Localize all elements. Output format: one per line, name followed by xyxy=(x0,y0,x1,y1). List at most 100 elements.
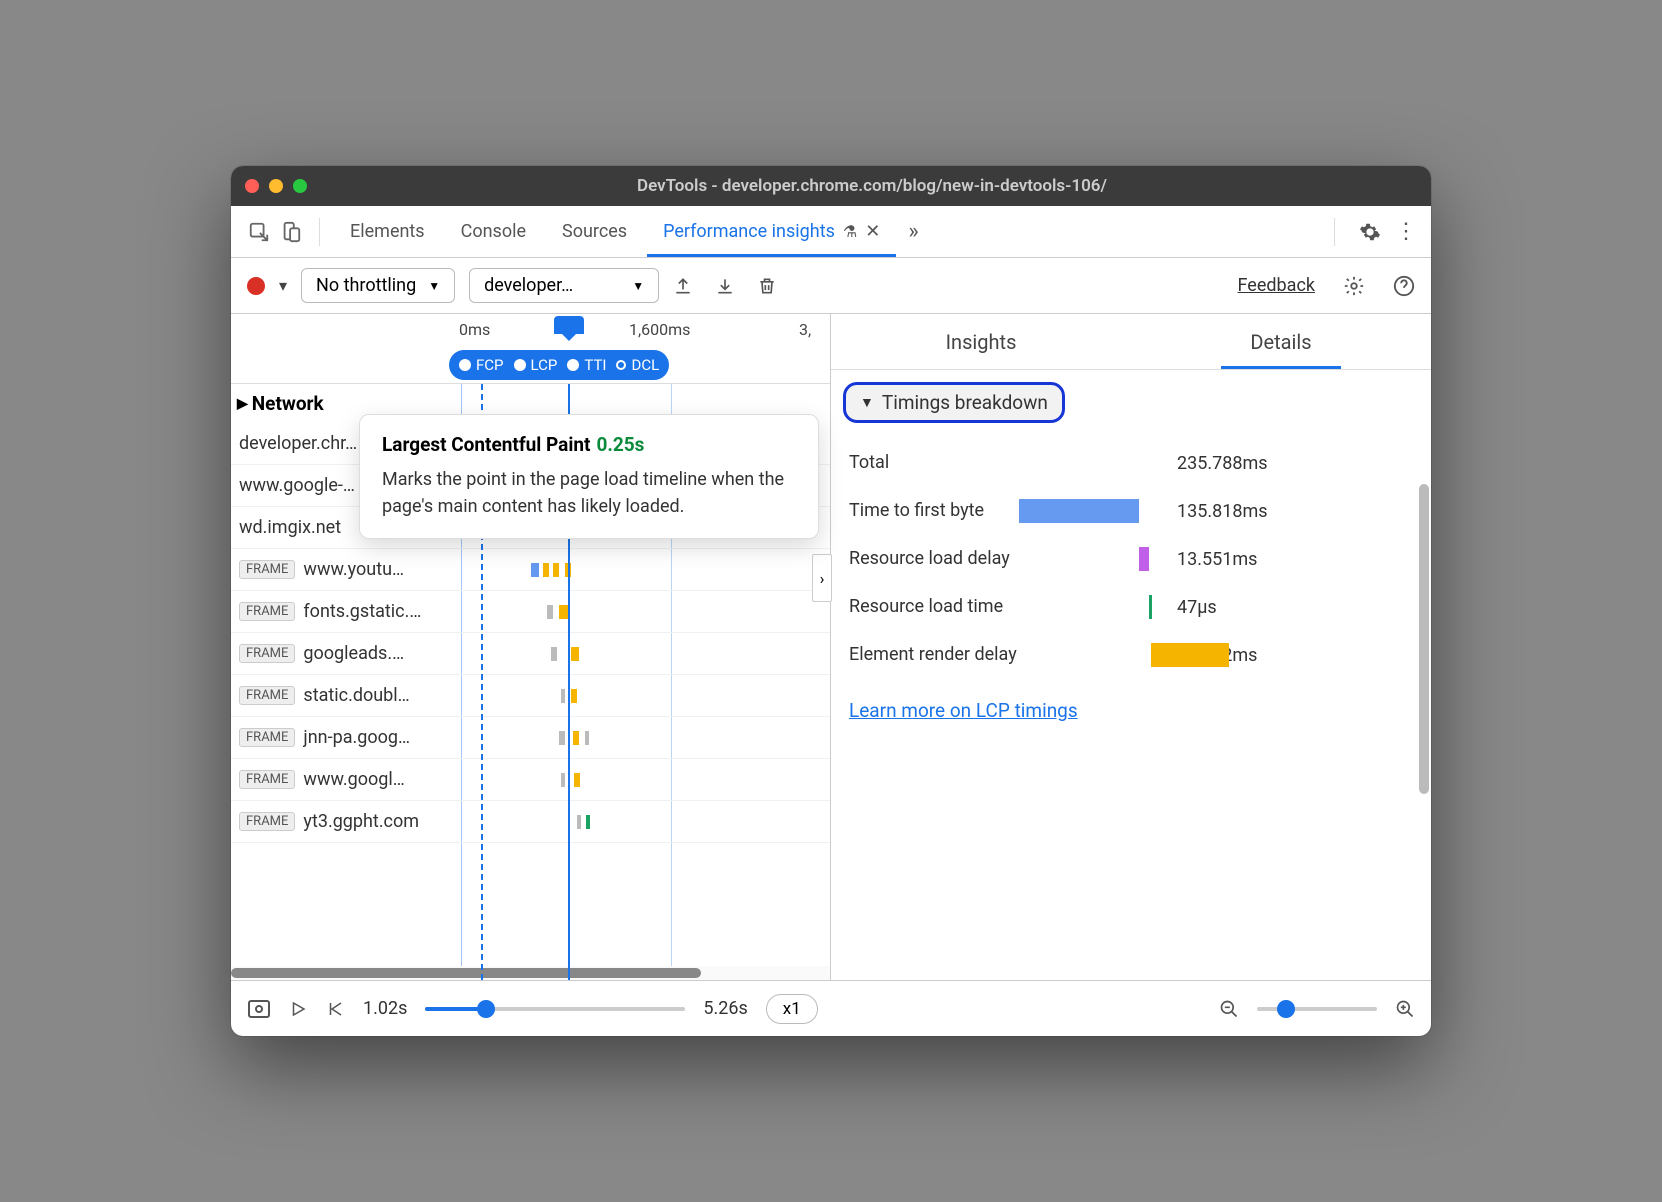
marker-dcl[interactable]: DCL xyxy=(616,356,659,374)
tick-label: 0ms xyxy=(459,320,490,339)
speed-pill[interactable]: x1 xyxy=(766,994,818,1024)
export-icon[interactable] xyxy=(673,276,701,296)
tooltip-body: Marks the point in the page load timelin… xyxy=(382,466,796,520)
zoom-out-icon[interactable] xyxy=(1219,999,1239,1019)
minimize-window-icon[interactable] xyxy=(269,179,283,193)
perf-toolbar: ▾ No throttling▼ developer…▼ Feedback xyxy=(231,258,1431,314)
maximize-window-icon[interactable] xyxy=(293,179,307,193)
play-icon[interactable] xyxy=(289,1000,307,1018)
more-tabs-icon[interactable]: » xyxy=(900,219,926,244)
tab-console[interactable]: Console xyxy=(445,206,542,257)
network-row[interactable]: FRAME www.googl… xyxy=(231,759,830,801)
network-track xyxy=(501,801,830,842)
timings-grid: Total 235.788ms Time to first byte 135.8… xyxy=(831,435,1431,683)
divider xyxy=(1334,218,1335,246)
frame-badge: FRAME xyxy=(239,602,295,621)
timeline-scrubber[interactable] xyxy=(554,316,584,334)
marker-tti[interactable]: TTI xyxy=(567,356,606,374)
vertical-scrollbar[interactable] xyxy=(1419,434,1429,920)
settings-icon[interactable] xyxy=(1359,221,1381,243)
zoom-slider[interactable] xyxy=(1257,1007,1377,1011)
timing-row: Total 235.788ms xyxy=(849,439,1413,487)
network-row[interactable]: FRAMEyt3.ggpht.com xyxy=(231,801,830,843)
timing-value: 235.788ms xyxy=(1177,453,1268,474)
network-track xyxy=(501,633,830,674)
tab-sources[interactable]: Sources xyxy=(546,206,643,257)
rewind-icon[interactable] xyxy=(325,1000,345,1018)
timings-breakdown-header[interactable]: ▼ Timings breakdown xyxy=(843,382,1065,423)
timing-row: Resource load delay 13.551ms xyxy=(849,535,1413,583)
dot-icon xyxy=(459,359,471,371)
learn-more-link[interactable]: Learn more on LCP timings xyxy=(831,683,1431,738)
timing-label: Resource load time xyxy=(849,595,1019,618)
marker-fcp[interactable]: FCP xyxy=(459,356,504,374)
network-track xyxy=(501,591,830,632)
site-select[interactable]: developer…▼ xyxy=(469,268,659,303)
timing-value: 47μs xyxy=(1177,597,1217,618)
timing-row: Time to first byte 135.818ms xyxy=(849,487,1413,535)
network-host-label: static.doubl… xyxy=(303,685,493,706)
timing-row: Resource load time 47μs xyxy=(849,583,1413,631)
throttling-select[interactable]: No throttling▼ xyxy=(301,268,455,303)
chevron-down-icon: ▼ xyxy=(428,279,440,293)
close-window-icon[interactable] xyxy=(245,179,259,193)
frame-badge: FRAME xyxy=(239,644,295,663)
timing-label: Element render delay xyxy=(849,643,1019,666)
tab-performance-insights[interactable]: Performance insights ⚗ ✕ xyxy=(647,206,896,257)
timeline-slider[interactable] xyxy=(425,1007,685,1011)
network-row[interactable]: FRAMEjnn-pa.goog… xyxy=(231,717,830,759)
tab-elements[interactable]: Elements xyxy=(334,206,441,257)
zoom-in-icon[interactable] xyxy=(1395,999,1415,1019)
timing-bar xyxy=(1019,545,1169,573)
total-time: 5.26s xyxy=(703,998,747,1019)
dot-icon xyxy=(567,359,579,371)
playback-footer: 1.02s 5.26s x1 xyxy=(231,980,1431,1036)
network-host-label: www.googl… xyxy=(303,769,493,790)
record-button[interactable] xyxy=(247,277,265,295)
network-row[interactable]: FRAMEfonts.gstatic.… xyxy=(231,591,830,633)
timing-bar xyxy=(1019,641,1169,669)
help-icon[interactable] xyxy=(1393,275,1415,297)
screenshot-toggle-icon[interactable] xyxy=(247,999,271,1019)
titlebar: DevTools - developer.chrome.com/blog/new… xyxy=(231,166,1431,206)
devtools-window: DevTools - developer.chrome.com/blog/new… xyxy=(231,166,1431,1036)
marker-lcp[interactable]: LCP xyxy=(514,356,558,374)
feedback-link[interactable]: Feedback xyxy=(1238,275,1315,296)
lcp-tooltip: Largest Contentful Paint0.25s Marks the … xyxy=(359,414,819,539)
network-track xyxy=(501,717,830,758)
network-row[interactable]: FRAMEwww.youtu… xyxy=(231,549,830,591)
timeline-pane: 0ms 1,600ms 3, FCP LCP TTI DCL ▶ Net xyxy=(231,314,831,980)
frame-badge: FRAME xyxy=(239,560,295,579)
timeline-ruler[interactable]: 0ms 1,600ms 3, FCP LCP TTI DCL xyxy=(231,314,830,384)
frame-badge: FRAME xyxy=(239,728,295,747)
device-toolbar-icon[interactable] xyxy=(277,218,305,246)
network-host-label: googleads.… xyxy=(303,643,493,664)
tick-label: 3, xyxy=(799,320,811,339)
frame-badge: FRAME xyxy=(239,812,295,831)
tooltip-title: Largest Contentful Paint0.25s xyxy=(382,433,796,456)
record-dropdown-icon[interactable]: ▾ xyxy=(279,276,287,295)
kebab-menu-icon[interactable]: ⋮ xyxy=(1395,219,1417,244)
close-tab-icon[interactable]: ✕ xyxy=(865,221,880,242)
tab-insights[interactable]: Insights xyxy=(831,314,1131,369)
panel-settings-icon[interactable] xyxy=(1343,275,1365,297)
window-title: DevTools - developer.chrome.com/blog/new… xyxy=(327,176,1417,196)
timing-markers-pill[interactable]: FCP LCP TTI DCL xyxy=(449,350,669,380)
import-icon[interactable] xyxy=(715,276,743,296)
tab-details[interactable]: Details xyxy=(1131,314,1431,369)
frame-badge: FRAME xyxy=(239,770,295,789)
window-controls xyxy=(245,179,307,193)
timing-row: Element render delay 86.372ms xyxy=(849,631,1413,679)
delete-icon[interactable] xyxy=(757,276,785,296)
current-time: 1.02s xyxy=(363,998,407,1019)
horizontal-scrollbar[interactable] xyxy=(231,966,830,980)
network-row[interactable]: FRAMEstatic.doubl… xyxy=(231,675,830,717)
tick-label: 1,600ms xyxy=(629,320,690,339)
inspect-element-icon[interactable] xyxy=(245,218,273,246)
circle-icon xyxy=(616,360,626,370)
network-row[interactable]: FRAME googleads.… xyxy=(231,633,830,675)
expand-pane-handle[interactable]: › xyxy=(812,554,832,602)
panel-tabs-bar: Elements Console Sources Performance ins… xyxy=(231,206,1431,258)
chevron-down-icon: ▼ xyxy=(632,279,644,293)
timing-bar xyxy=(1019,497,1169,525)
